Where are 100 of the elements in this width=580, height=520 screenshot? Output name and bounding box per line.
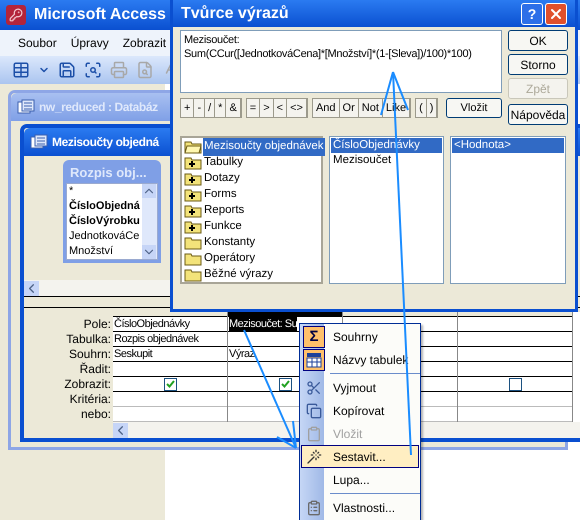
menu-item[interactable]: Kopírovat	[301, 399, 419, 422]
wand-icon	[306, 448, 322, 464]
operator-button[interactable]: Not	[358, 99, 383, 117]
row-label: nebo:	[80, 407, 111, 422]
show-checkbox[interactable]	[278, 378, 292, 390]
field-list-title: Rozpis obj...	[69, 164, 148, 182]
expression-field[interactable]: Mezisoučet: Sum(CCur([JednotkováCena]*[Množství]*(1-[Sleva])/100)*100)	[180, 30, 502, 93]
operator-button[interactable]: And	[312, 99, 340, 117]
menu-item[interactable]: Σ Souhrny	[301, 325, 419, 348]
field-name[interactable]: Množství	[69, 244, 140, 259]
row-label: Tabulka:	[66, 332, 111, 347]
column-selector[interactable]	[343, 312, 457, 317]
menu-item[interactable]: Úpravy	[64, 34, 115, 52]
help-button[interactable]: ?	[521, 2, 543, 24]
grid-cell[interactable]: Seskupit	[114, 347, 152, 361]
operator-button[interactable]: +	[181, 99, 194, 117]
list-item[interactable]: Mezisoučet	[331, 153, 442, 168]
operator-button[interactable]: &	[226, 99, 241, 117]
show-checkbox[interactable]	[164, 378, 176, 390]
folder-plus-icon	[184, 156, 202, 170]
operator-button[interactable]: -	[194, 99, 206, 117]
grid-cell[interactable]: Rozpis objednávek	[114, 332, 198, 346]
scroll-down-icon[interactable]	[142, 245, 156, 259]
save-icon[interactable]	[58, 61, 76, 79]
database-window-title: nw_reduced : Databáz	[39, 99, 158, 116]
folder-plus-icon	[184, 204, 202, 218]
menu-item[interactable]: Zobrazit	[116, 34, 172, 52]
clipboard-icon	[306, 426, 322, 442]
column-selector[interactable]	[113, 312, 227, 317]
row-label: Souhrn:	[68, 347, 111, 362]
operator-button[interactable]: Or	[340, 99, 359, 117]
row-label: Zobrazit:	[64, 377, 111, 392]
menu-item[interactable]: Soubor	[12, 34, 63, 52]
table-icon[interactable]	[12, 61, 30, 79]
folder-item[interactable]: Běžné výrazy	[203, 266, 274, 284]
folder-item[interactable]: Konstanty	[203, 234, 256, 252]
folder-item[interactable]: Funkce	[203, 218, 243, 236]
row-label: Pole:	[84, 317, 111, 332]
folder-item[interactable]: Operátory	[203, 250, 256, 268]
open-folder-icon	[184, 140, 202, 154]
row-label: Řadit:	[80, 362, 111, 377]
folder-plus-icon	[184, 188, 202, 202]
magnifier-icon[interactable]	[84, 61, 102, 79]
grid-cell[interactable]: ČísloObjednávky	[114, 317, 190, 331]
scrollbar[interactable]	[142, 184, 157, 259]
folder-plus-icon	[184, 172, 202, 186]
query-window-title: Mezisoučty objedná	[52, 134, 159, 151]
scroll-left-icon[interactable]	[113, 422, 128, 438]
scroll-up-icon[interactable]	[142, 184, 156, 198]
field-name[interactable]: ČísloObjedná	[69, 199, 140, 214]
scroll-left-icon[interactable]	[24, 280, 39, 296]
paste-button[interactable]: Vložit	[446, 98, 502, 118]
field-name[interactable]: JednotkováCe	[69, 229, 140, 244]
copy-icon	[306, 402, 322, 418]
key-icon	[6, 5, 26, 25]
checkmark-icon	[166, 380, 174, 388]
window-icon	[30, 134, 48, 150]
operator-button[interactable]: <	[274, 99, 288, 117]
grid-cell[interactable]: Mezisoučet: Su	[229, 317, 298, 331]
table-icon	[306, 352, 322, 368]
expression-text: Sum(CCur([JednotkováCena]*[Množství]*(1-[Sleva])/100)*100)	[184, 47, 473, 61]
operator-button[interactable]: =	[246, 99, 260, 117]
folder-icon	[184, 236, 202, 250]
folder-plus-icon	[184, 220, 202, 234]
folder-item[interactable]: Forms	[203, 186, 238, 204]
field-name[interactable]: *	[69, 184, 140, 199]
menu-item[interactable]: Vlastnosti...	[301, 496, 419, 519]
expression-text: Mezisoučet:	[184, 33, 240, 47]
operator-button[interactable]: /	[205, 99, 216, 117]
folder-item[interactable]: Dotazy	[203, 170, 241, 188]
clipboard-list-icon	[306, 500, 322, 516]
menu-item[interactable]: Vyjmout	[301, 376, 419, 399]
row-label: Kritéria:	[70, 392, 111, 407]
dialog-button[interactable]: OK	[508, 30, 568, 51]
menu-item[interactable]: Lupa...	[301, 468, 419, 491]
show-checkbox[interactable]	[508, 378, 522, 390]
checkmark-icon	[280, 380, 290, 388]
sigma-icon: Σ	[309, 329, 318, 344]
app-title: Microsoft Access	[34, 5, 166, 25]
folder-icon	[184, 252, 202, 266]
operator-button[interactable]: (	[416, 99, 427, 117]
menu-item[interactable]: Sestavit...	[301, 445, 419, 468]
column-selector[interactable]	[458, 312, 572, 317]
operator-button[interactable]: *	[215, 99, 226, 117]
list-item[interactable]: <Hodnota>	[452, 138, 564, 153]
dialog-title: Tvůrce výrazů	[181, 4, 290, 24]
folder-item[interactable]: Reports	[203, 202, 246, 220]
dialog-button[interactable]: Storno	[508, 54, 568, 75]
list-item[interactable]: ČísloObjednávky	[331, 138, 442, 153]
folder-item[interactable]: Tabulky	[203, 154, 244, 172]
operator-button[interactable]: >	[260, 99, 274, 117]
folder-item[interactable]: Mezisoučty objednávek	[203, 138, 325, 156]
folder-icon	[184, 268, 202, 282]
scissors-icon	[306, 380, 322, 396]
operator-button[interactable]: <>	[287, 99, 307, 117]
close-button[interactable]	[545, 2, 567, 24]
help-button[interactable]: Nápověda	[508, 104, 568, 125]
field-name[interactable]: ČísloVýrobku	[69, 214, 140, 229]
operator-button[interactable]: )	[426, 99, 438, 117]
window-icon	[17, 99, 35, 115]
